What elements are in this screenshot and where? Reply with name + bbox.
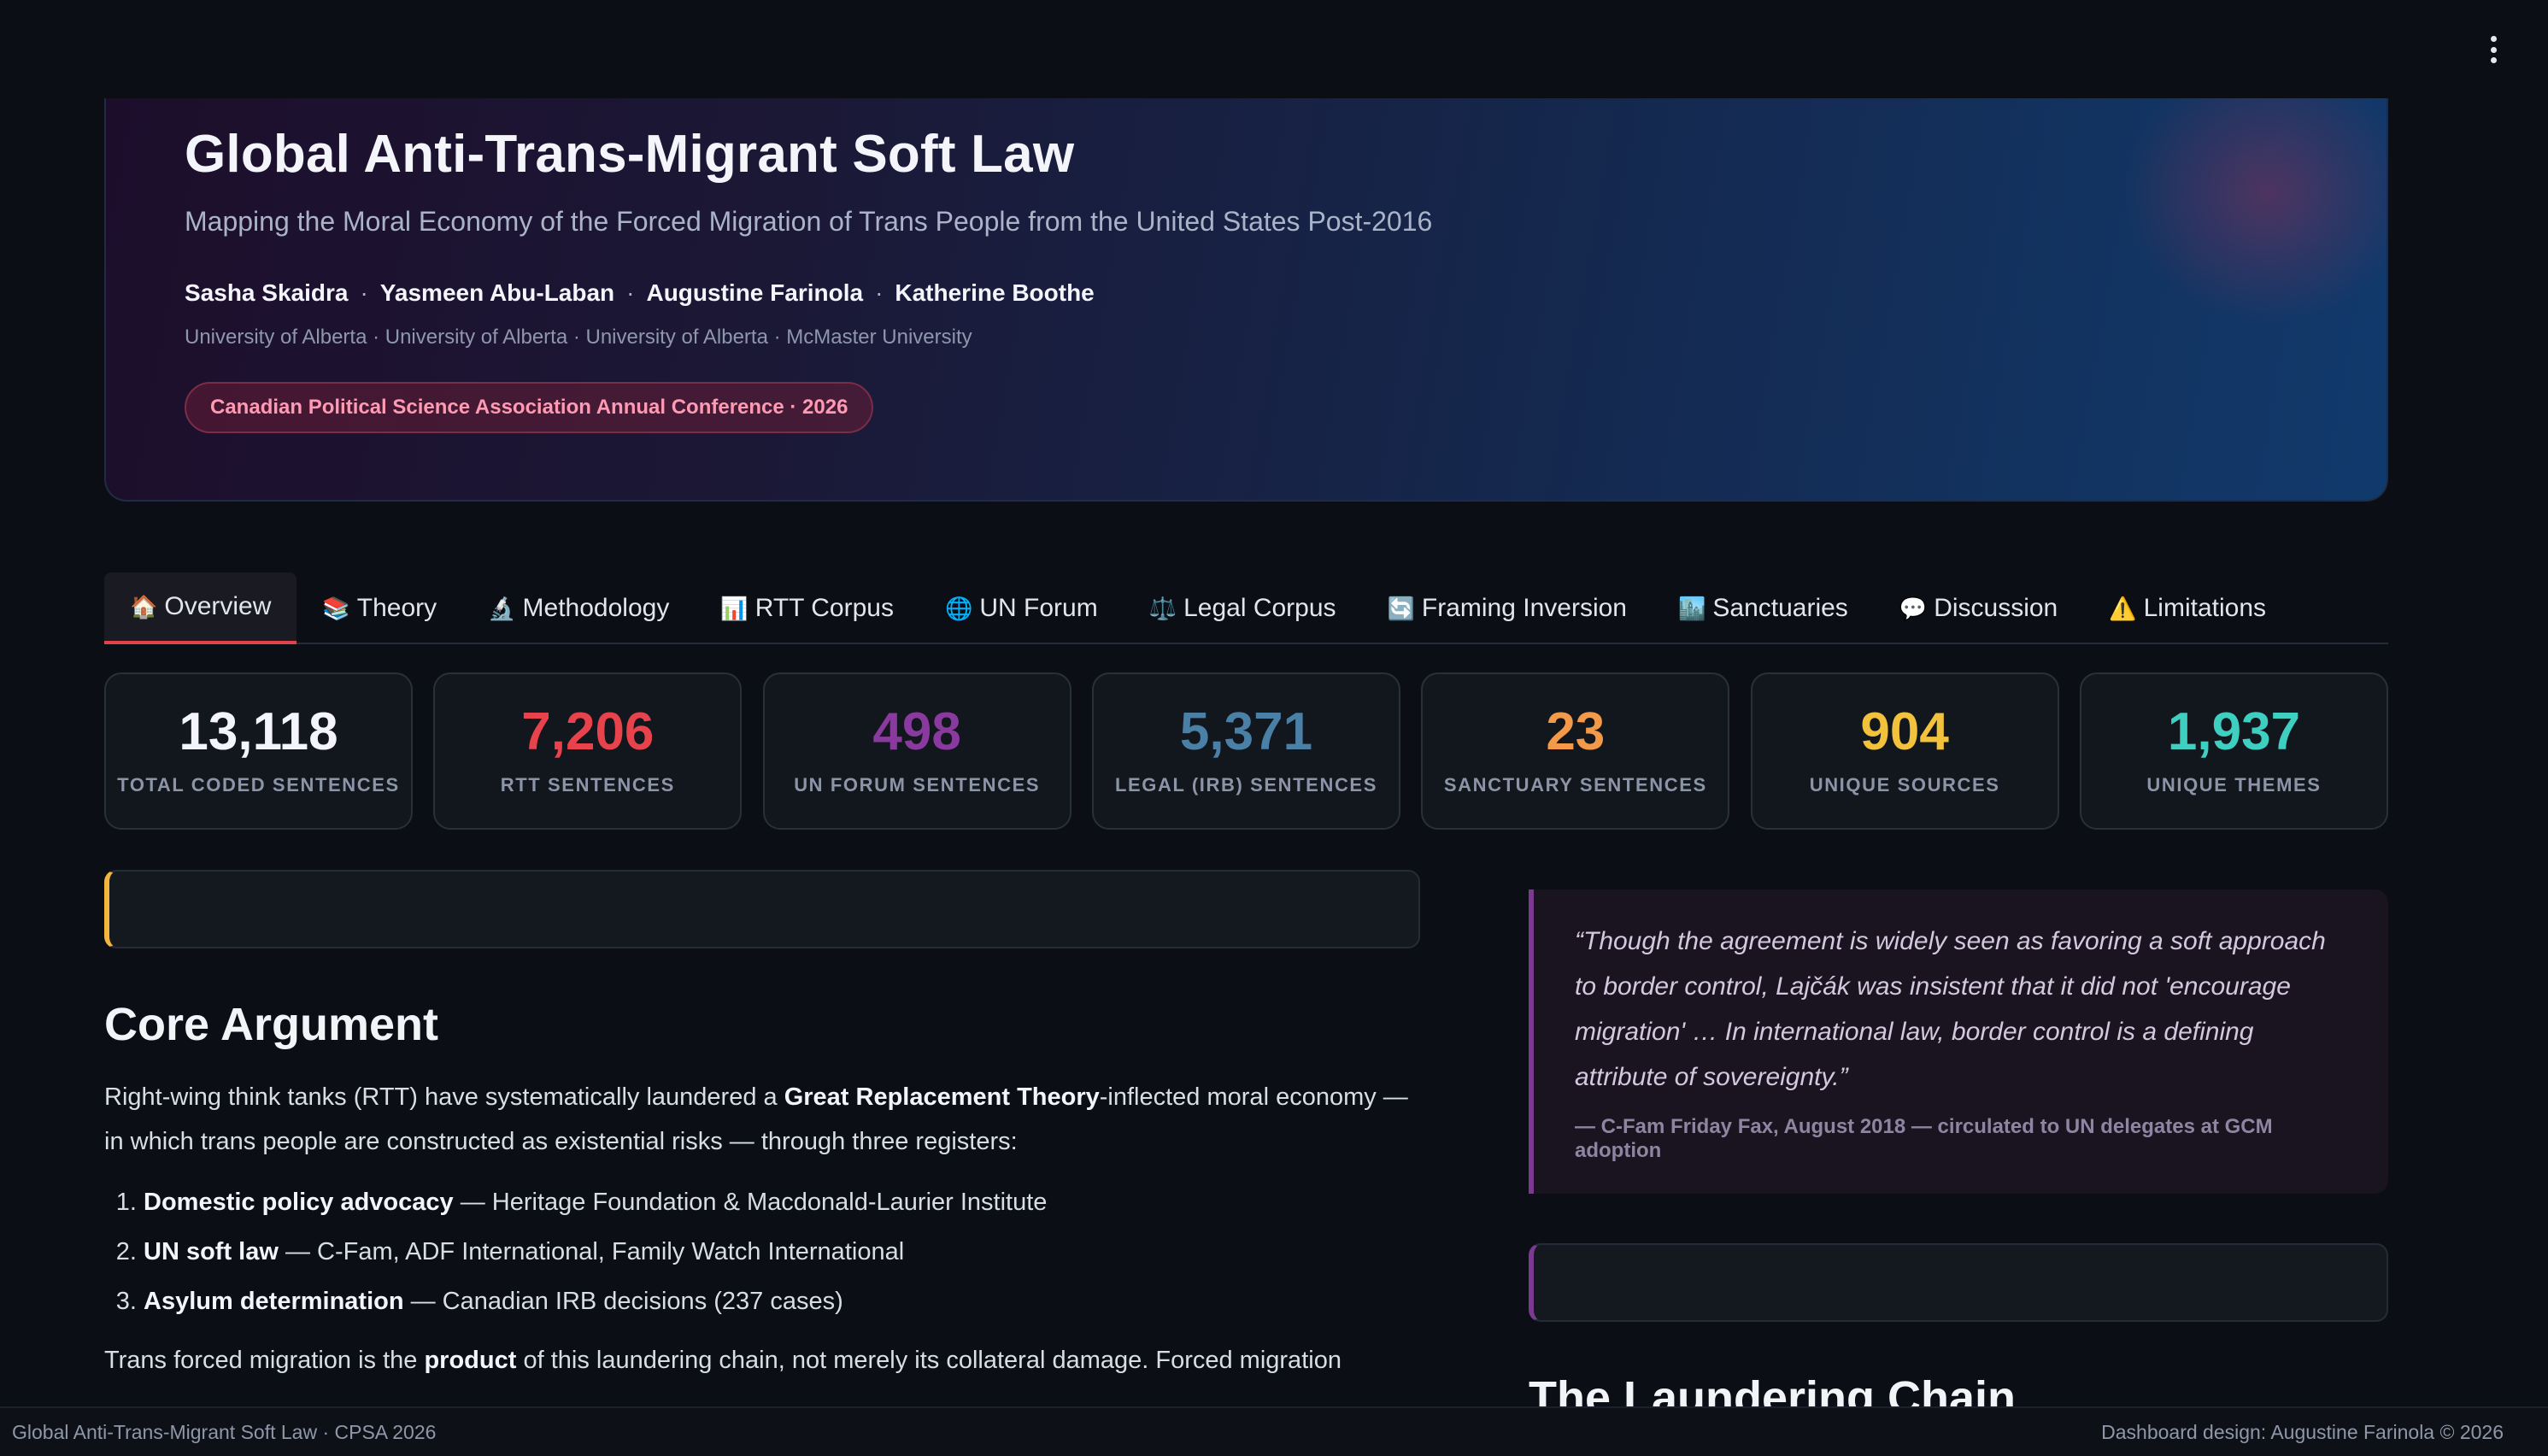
text-run: Right-wing think tanks (RTT) have system…	[104, 1083, 784, 1111]
stat-label: RTT Sentences	[500, 774, 675, 796]
list-item: Asylum determination — Canadian IRB deci…	[144, 1277, 1420, 1326]
tab-icon: ⚖️	[1148, 595, 1177, 621]
page-subtitle: Mapping the Moral Economy of the Forced …	[185, 206, 1433, 237]
stat-value: 1,937	[2167, 702, 2301, 761]
main-column: Core Argument Right-wing think tanks (RT…	[104, 870, 1420, 1383]
tab-icon: 📚	[322, 595, 350, 621]
stat-value: 7,206	[521, 702, 655, 761]
tab-icon: 🏠	[130, 593, 158, 619]
register-name: Asylum determination	[144, 1288, 404, 1315]
register-detail: — Canadian IRB decisions (237 cases)	[403, 1288, 843, 1315]
tab-label: Framing Inversion	[1421, 594, 1627, 622]
tab-un-forum[interactable]: 🌐 UN Forum	[919, 572, 1124, 644]
conference-badge: Canadian Political Science Association A…	[185, 382, 874, 433]
author-separator: ·	[626, 279, 635, 306]
tab-label: Limitations	[2143, 594, 2267, 622]
side-column: “Though the agreement is widely seen as …	[1529, 889, 2388, 1424]
text-run: Trans forced migration is the	[104, 1347, 425, 1374]
stat-value: 5,371	[1179, 702, 1313, 761]
stat-card: 904 Unique Sources	[1750, 672, 2059, 830]
stat-card: 13,118 Total Coded Sentences	[104, 672, 413, 830]
quote-text: “Though the agreement is widely seen as …	[1575, 927, 2326, 1091]
tab-discussion[interactable]: 💬 Discussion	[1874, 572, 2083, 644]
stat-label: Unique Themes	[2146, 774, 2322, 796]
author-separator: ·	[360, 279, 368, 306]
stat-card: 23 Sanctuary Sentences	[1421, 672, 1730, 830]
register-name: Domestic policy advocacy	[144, 1189, 454, 1216]
tab-sanctuaries[interactable]: 🏙️ Sanctuaries	[1653, 572, 1874, 644]
info-callout	[1529, 1243, 2388, 1322]
stat-label: UN Forum Sentences	[794, 774, 1041, 796]
tab-icon: ⚠️	[2109, 595, 2137, 621]
stat-value: 904	[1860, 702, 1949, 761]
tab-label: Discussion	[1934, 594, 2058, 622]
core-argument-paragraph: Right-wing think tanks (RTT) have system…	[104, 1075, 1420, 1164]
stat-cards: 13,118 Total Coded Sentences 7,206 RTT Sent…	[104, 672, 2388, 830]
list-item: Domestic policy advocacy — Heritage Foun…	[144, 1177, 1420, 1227]
stat-label: Total Coded Sentences	[117, 774, 400, 796]
register-detail: — C-Fam, ADF International, Family Watch…	[278, 1238, 905, 1265]
emphasis-text: Great Replacement Theory	[784, 1083, 1100, 1111]
tab-label: Theory	[356, 594, 437, 622]
page-title: Global Anti-Trans-Migrant Soft Law	[185, 125, 1075, 184]
tab-label: Overview	[164, 592, 272, 620]
tab-framing-inversion[interactable]: 🔄 Framing Inversion	[1362, 572, 1653, 644]
tab-label: Methodology	[522, 594, 670, 622]
stat-card: 5,371 Legal (IRB) Sentences	[1091, 672, 1400, 830]
register-name: UN soft law	[144, 1238, 279, 1265]
tab-methodology[interactable]: 🔬 Methodology	[462, 572, 695, 644]
author-separator: ·	[875, 279, 884, 306]
register-list: Domestic policy advocacy — Heritage Foun…	[104, 1177, 1420, 1326]
stat-card: 1,937 Unique Themes	[2079, 672, 2388, 830]
tab-overview[interactable]: 🏠 Overview	[104, 572, 297, 644]
tab-icon: 🔄	[1387, 595, 1415, 621]
emphasis-text: product	[424, 1347, 517, 1374]
tab-theory[interactable]: 📚 Theory	[296, 572, 462, 644]
tab-rtt-corpus[interactable]: 📊 RTT Corpus	[695, 572, 919, 644]
hero-banner: Global Anti-Trans-Migrant Soft Law Mappi…	[104, 98, 2388, 502]
footer-credit: Dashboard design: Augustine Farinola © 2…	[2101, 1420, 2504, 1443]
footer: Global Anti-Trans-Migrant Soft Law · CPS…	[0, 1406, 2548, 1456]
author-list: Sasha Skaidra · Yasmeen Abu-Laban · Augu…	[185, 279, 1095, 307]
author-name: Yasmeen Abu-Laban	[379, 279, 615, 306]
stat-card: 498 UN Forum Sentences	[762, 672, 1071, 830]
tab-label: Legal Corpus	[1183, 594, 1336, 622]
tab-limitations[interactable]: ⚠️ Limitations	[2083, 572, 2292, 644]
footer-left: Global Anti-Trans-Migrant Soft Law · CPS…	[12, 1420, 437, 1443]
kebab-menu-icon[interactable]	[2485, 32, 2502, 67]
quote-citation: — C-Fam Friday Fax, August 2018 — circul…	[1575, 1115, 2273, 1162]
stat-label: Unique Sources	[1809, 774, 2000, 796]
tab-bar: 🏠 Overview 📚 Theory 🔬 Methodology 📊 RTT Corpus 🌐…	[104, 572, 2388, 644]
author-name: Augustine Farinola	[646, 279, 864, 306]
stat-value: 13,118	[179, 702, 338, 761]
author-name: Katherine Boothe	[895, 279, 1095, 306]
forced-migration-paragraph: Trans forced migration is the product of…	[104, 1338, 1420, 1383]
tab-icon: 🔬	[488, 595, 516, 621]
stat-label: Sanctuary Sentences	[1443, 774, 1707, 796]
tab-icon: 📊	[720, 595, 749, 621]
tab-icon: 💬	[1899, 595, 1928, 621]
tab-legal-corpus[interactable]: ⚖️ Legal Corpus	[1124, 572, 1362, 644]
tab-label: RTT Corpus	[754, 594, 894, 622]
stat-card: 7,206 RTT Sentences	[433, 672, 743, 830]
pull-quote: “Though the agreement is widely seen as …	[1529, 889, 2388, 1194]
list-item: UN soft law — C-Fam, ADF International, …	[144, 1227, 1420, 1277]
text-run: of this laundering chain, not merely its…	[516, 1347, 1342, 1374]
section-title-core-argument: Core Argument	[104, 999, 439, 1050]
affiliations: University of Alberta · University of Al…	[185, 326, 972, 349]
stat-value: 23	[1546, 702, 1606, 761]
tab-icon: 🏙️	[1678, 595, 1706, 621]
tab-label: Sanctuaries	[1712, 594, 1848, 622]
stat-value: 498	[872, 702, 961, 761]
author-name: Sasha Skaidra	[185, 279, 349, 306]
info-callout	[104, 870, 1420, 948]
stat-label: Legal (IRB) Sentences	[1114, 774, 1377, 796]
tab-label: UN Forum	[979, 594, 1098, 622]
tab-icon: 🌐	[944, 595, 973, 621]
register-detail: — Heritage Foundation & Macdonald-Laurie…	[453, 1189, 1048, 1216]
